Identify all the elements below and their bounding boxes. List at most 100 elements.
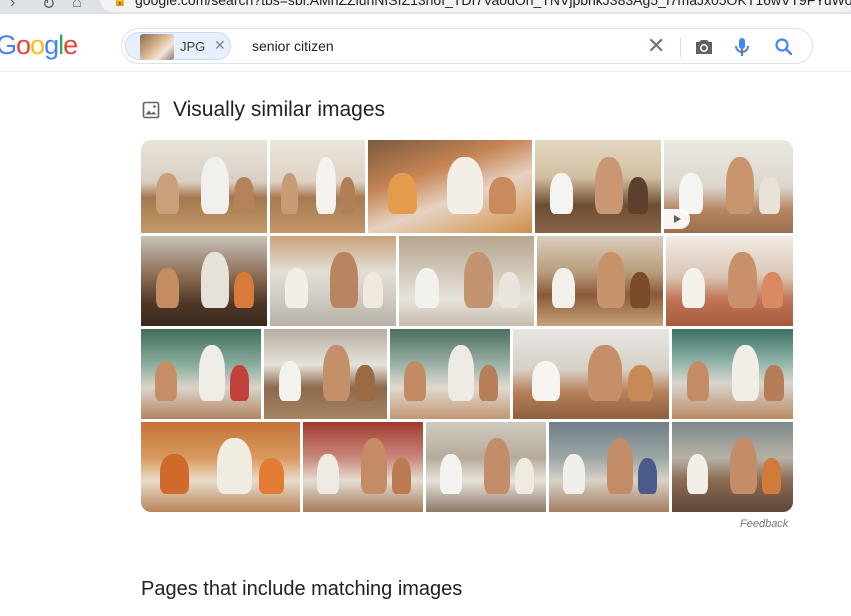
image-figure [628,365,654,401]
similar-image-thumbnail[interactable] [672,329,793,419]
logo-letter: o [16,30,31,60]
image-figure [229,365,249,401]
similar-image-thumbnail[interactable] [270,236,396,326]
image-figure [478,365,498,401]
image-figure [761,458,781,494]
image-figure [686,453,709,494]
image-figure [363,272,384,308]
image-row [141,236,793,326]
image-figure [415,267,440,308]
search-divider [680,37,681,57]
similar-image-thumbnail[interactable] [399,236,534,326]
image-figure [679,172,703,215]
image-figure [387,172,418,215]
logo-letter: g [44,30,59,60]
image-figure [446,156,483,215]
search-icon[interactable] [772,35,796,59]
image-figure [630,272,651,308]
search-header: Google JPG ✕ senior citizen ✕ [0,14,851,72]
image-figure [404,360,426,401]
similar-image-thumbnail[interactable] [426,422,546,512]
image-figure [595,156,624,215]
close-icon[interactable]: ✕ [647,33,665,59]
home-icon[interactable]: ⌂ [72,0,82,12]
image-figure [155,360,177,401]
similar-image-thumbnail[interactable] [141,140,267,233]
feedback-link[interactable]: Feedback [740,518,788,530]
url-text[interactable]: google.com/search?tbs=sbi:AMhZZiuhNISIZ1… [135,0,851,8]
image-row [141,329,793,419]
image-figure [315,156,337,215]
browser-chrome: › ↻ ⌂ 🔒 google.com/search?tbs=sbi:AMhZZi… [0,0,851,14]
image-figure [156,267,179,308]
image-figure [763,365,784,401]
image-row [141,422,793,512]
logo-letter: e [63,30,78,60]
similar-image-thumbnail[interactable] [303,422,423,512]
image-figure [628,177,649,215]
image-figure [681,267,705,308]
chip-label: JPG [180,39,206,54]
image-figure [563,453,585,494]
similar-image-thumbnail[interactable] [141,329,261,419]
image-figure [498,272,521,308]
image-figure [198,345,225,401]
image-figure [728,252,757,308]
image-chip[interactable]: JPG ✕ [125,32,231,60]
image-figure [463,252,494,308]
similar-image-thumbnail[interactable] [666,236,793,326]
image-figure [440,453,462,494]
similar-image-thumbnail[interactable] [537,236,663,326]
forward-icon[interactable]: › [10,0,15,12]
image-figure [340,177,356,215]
similar-image-thumbnail[interactable] [390,329,510,419]
image-figure [391,458,411,494]
search-input[interactable]: senior citizen [252,38,334,54]
section-title: Visually similar images [173,98,386,121]
image-row [141,140,793,233]
image-figure [217,438,253,494]
image-figure [201,156,230,215]
image-figure [234,177,255,215]
reload-icon[interactable]: ↻ [42,0,55,14]
image-figure [330,252,359,308]
search-box[interactable]: JPG ✕ senior citizen ✕ [121,28,813,64]
image-figure [201,252,230,308]
microphone-icon[interactable] [730,35,754,59]
image-figure [489,177,516,215]
play-icon[interactable] [664,209,690,229]
similar-image-thumbnail[interactable] [664,140,793,233]
image-figure [730,438,757,494]
similar-image-thumbnail[interactable] [549,422,669,512]
similar-image-thumbnail[interactable] [513,329,669,419]
similar-image-thumbnail[interactable] [141,422,300,512]
similar-image-thumbnail[interactable] [270,140,365,233]
image-figure [285,267,308,308]
image-figure [323,345,351,401]
image-figure [759,177,781,215]
image-figure [597,252,626,308]
similar-image-thumbnail[interactable] [141,236,267,326]
chip-remove-icon[interactable]: ✕ [214,37,226,54]
image-figure [483,438,510,494]
image-figure [552,267,575,308]
image-figure [281,172,299,215]
image-figure [514,458,534,494]
similar-image-thumbnail[interactable] [535,140,661,233]
similar-image-thumbnail[interactable] [264,329,387,419]
similar-image-thumbnail[interactable] [368,140,532,233]
logo-letter: o [30,30,45,60]
image-figure [550,172,573,215]
camera-icon[interactable] [692,35,716,59]
pages-matching-heading: Pages that include matching images [141,578,463,600]
visually-similar-heading: Visually similar images [142,98,385,122]
google-logo[interactable]: Google [0,30,78,61]
image-figure [234,272,255,308]
image-figure [531,360,560,401]
chip-thumbnail [140,34,174,60]
image-figure [686,360,710,401]
similar-image-thumbnail[interactable] [672,422,793,512]
image-figure [160,453,189,494]
image-figure [606,438,633,494]
image-figure [731,345,759,401]
